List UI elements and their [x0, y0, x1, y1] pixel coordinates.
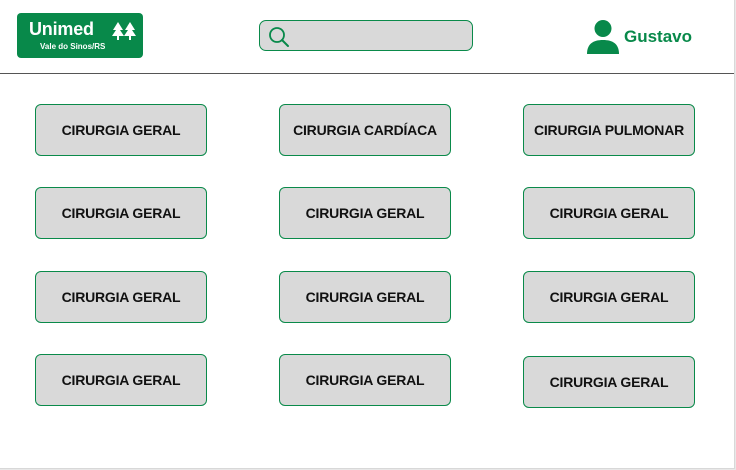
specialty-label: CIRURGIA GERAL [61, 122, 181, 138]
unimed-logo[interactable]: Unimed Vale do Sinos/RS [17, 13, 143, 58]
specialty-label: CIRURGIA GERAL [305, 205, 425, 221]
logo-title: Unimed [29, 19, 94, 39]
logo-subtitle: Vale do Sinos/RS [40, 42, 106, 51]
header: Unimed Vale do Sinos/RS Gustavo [0, 0, 734, 74]
search-input[interactable] [296, 24, 464, 46]
user-name[interactable]: Gustavo [624, 27, 692, 47]
specialty-card[interactable]: CIRURGIA CARDÍACA [279, 104, 451, 156]
specialty-card[interactable]: CIRURGIA GERAL [279, 187, 451, 239]
app-window: Unimed Vale do Sinos/RS Gustavo CIRURGIA [0, 0, 735, 469]
specialty-card[interactable]: CIRURGIA PULMONAR [523, 104, 695, 156]
specialty-label: CIRURGIA GERAL [549, 205, 669, 221]
specialty-label: CIRURGIA PULMONAR [533, 122, 685, 138]
specialty-label: CIRURGIA CARDÍACA [293, 122, 437, 138]
specialty-card[interactable]: CIRURGIA GERAL [35, 354, 207, 406]
specialty-card[interactable]: CIRURGIA GERAL [279, 271, 451, 323]
specialty-label: CIRURGIA GERAL [61, 372, 181, 388]
specialty-card[interactable]: CIRURGIA GERAL [523, 356, 695, 408]
unimed-trees-icon [112, 22, 136, 40]
specialty-label: CIRURGIA GERAL [549, 374, 669, 390]
specialty-label: CIRURGIA GERAL [61, 205, 181, 221]
specialty-label: CIRURGIA GERAL [549, 289, 669, 305]
specialty-label: CIRURGIA GERAL [61, 289, 181, 305]
specialty-card[interactable]: CIRURGIA GERAL [279, 354, 451, 406]
specialty-label: CIRURGIA GERAL [305, 289, 425, 305]
specialty-card[interactable]: CIRURGIA GERAL [35, 187, 207, 239]
search-bar[interactable] [259, 20, 473, 51]
search-icon[interactable] [268, 26, 290, 48]
specialty-card[interactable]: CIRURGIA GERAL [523, 187, 695, 239]
specialty-label: CIRURGIA GERAL [305, 372, 425, 388]
specialty-card[interactable]: CIRURGIA GERAL [35, 104, 207, 156]
specialty-card[interactable]: CIRURGIA GERAL [523, 271, 695, 323]
specialty-card[interactable]: CIRURGIA GERAL [35, 271, 207, 323]
user-icon[interactable] [585, 19, 621, 55]
